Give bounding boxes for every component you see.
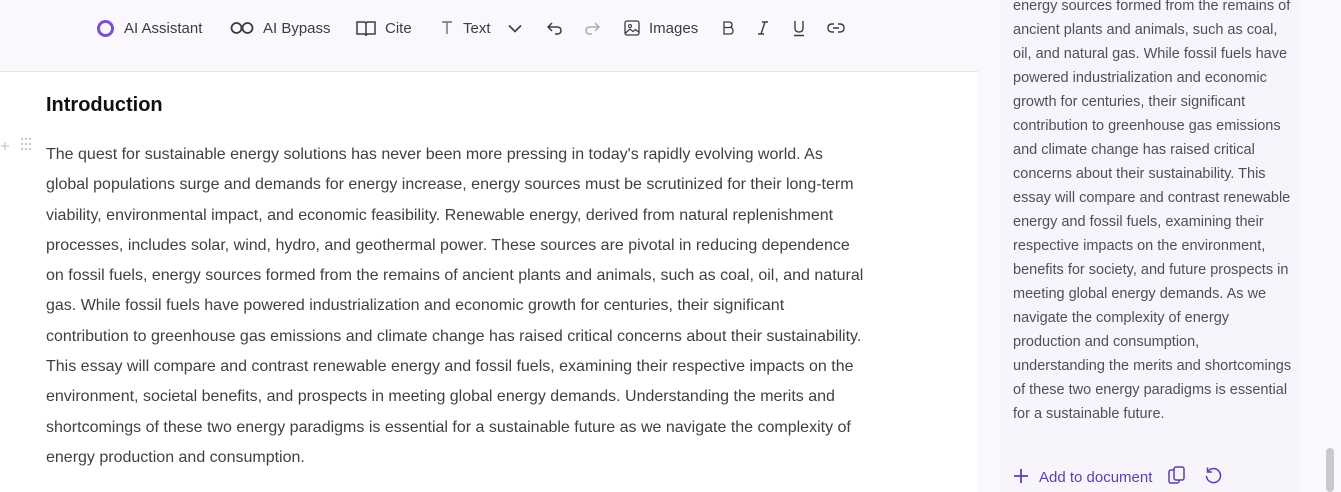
images-button[interactable]: Images xyxy=(624,0,698,56)
document-editor[interactable]: Introduction The quest for sustainable e… xyxy=(0,72,958,492)
bold-button[interactable] xyxy=(721,0,735,56)
text-icon xyxy=(440,20,454,36)
editor-toolbar: AI Assistant AI Bypass Cite Text Images xyxy=(0,0,978,72)
add-to-document-label: Add to document xyxy=(1039,469,1153,486)
italic-icon xyxy=(756,20,770,36)
redo-icon xyxy=(584,21,600,35)
redo-button[interactable] xyxy=(584,0,600,56)
italic-button[interactable] xyxy=(756,0,770,56)
undo-icon xyxy=(547,21,563,35)
ai-assistant-icon xyxy=(96,19,115,38)
plus-icon xyxy=(0,138,10,154)
suggestion-card: energy sources formed from the remains o… xyxy=(1000,0,1300,492)
ai-bypass-label: AI Bypass xyxy=(263,19,331,37)
ai-bypass-button[interactable]: AI Bypass xyxy=(230,0,331,56)
underline-button[interactable] xyxy=(792,0,806,56)
block-handle[interactable] xyxy=(0,137,32,154)
cite-label: Cite xyxy=(385,19,412,37)
underline-icon xyxy=(792,20,806,37)
ai-side-panel: energy sources formed from the remains o… xyxy=(978,0,1341,492)
suggestion-text: energy sources formed from the remains o… xyxy=(1013,0,1292,422)
essay-paragraph[interactable]: The quest for sustainable energy solutio… xyxy=(46,140,868,473)
text-style-dropdown[interactable]: Text xyxy=(440,0,522,56)
regenerate-icon xyxy=(1204,466,1222,489)
images-label: Images xyxy=(649,19,699,37)
link-button[interactable] xyxy=(827,0,845,56)
link-icon xyxy=(827,22,845,34)
bold-icon xyxy=(721,20,735,36)
image-icon xyxy=(624,20,640,36)
side-panel-scrollbar[interactable] xyxy=(1326,448,1334,492)
drag-handle-icon xyxy=(20,137,32,154)
infinity-icon xyxy=(230,21,254,35)
chevron-down-icon xyxy=(507,24,522,33)
copy-button[interactable] xyxy=(1168,466,1186,489)
book-icon xyxy=(356,20,376,37)
ai-assistant-button[interactable]: AI Assistant xyxy=(96,0,202,56)
text-style-label: Text xyxy=(463,19,491,37)
ai-assistant-label: AI Assistant xyxy=(124,19,203,37)
cite-button[interactable]: Cite xyxy=(356,0,412,56)
editor-margin xyxy=(958,72,978,492)
copy-icon xyxy=(1168,466,1186,489)
section-heading[interactable]: Introduction xyxy=(46,94,163,117)
suggestion-actions: Add to document xyxy=(1013,466,1222,489)
regenerate-button[interactable] xyxy=(1204,466,1222,489)
plus-icon xyxy=(1013,468,1029,488)
undo-button[interactable] xyxy=(547,0,563,56)
add-to-document-button[interactable]: Add to document xyxy=(1013,468,1152,488)
